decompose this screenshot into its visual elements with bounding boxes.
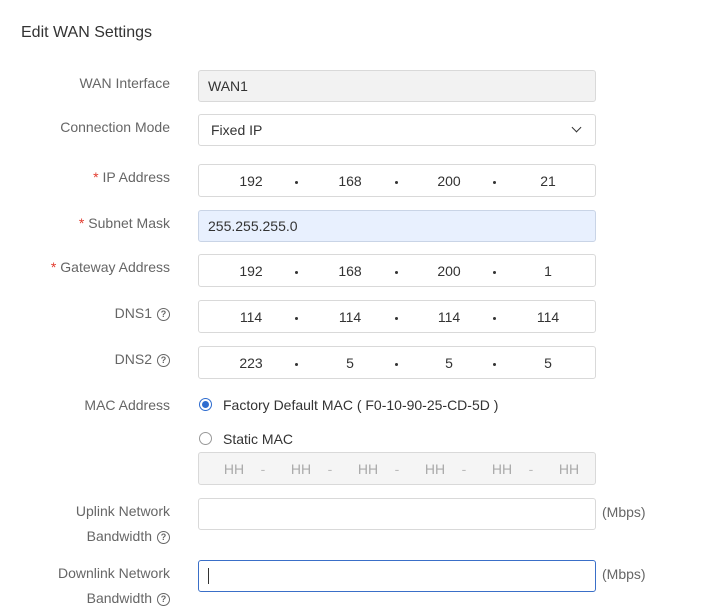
subnet-mask-input[interactable]: 255.255.255.0: [198, 210, 596, 242]
ip-separator: [493, 271, 496, 274]
ip-address-label-text: IP Address: [102, 169, 170, 185]
ip-octet[interactable]: 1: [518, 263, 578, 279]
gateway-address-label: * Gateway Address: [0, 258, 170, 276]
mac-option-static[interactable]: Static MAC: [199, 431, 293, 447]
static-mac-field: HH - HH - HH - HH - HH - HH: [198, 452, 596, 485]
uplink-unit: (Mbps): [602, 504, 646, 520]
mac-option-static-label: Static MAC: [223, 431, 294, 447]
gateway-address-label-text: Gateway Address: [60, 259, 170, 275]
ip-separator: [295, 317, 298, 320]
uplink-label-line2: Bandwidth?: [0, 527, 170, 545]
ip-octet[interactable]: 114: [320, 309, 380, 325]
mac-segment-placeholder: HH: [290, 461, 312, 477]
connection-mode-label: Connection Mode: [60, 119, 170, 135]
downlink-label-line1: Downlink Network: [57, 565, 170, 581]
ip-separator: [395, 271, 398, 274]
ip-address-field[interactable]: 192 168 200 21: [198, 164, 596, 197]
ip-octet[interactable]: 200: [419, 173, 479, 189]
dns2-field[interactable]: 223 5 5 5: [198, 346, 596, 379]
subnet-mask-label-text: Subnet Mask: [88, 215, 170, 231]
ip-octet[interactable]: 223: [221, 355, 281, 371]
mac-separator: -: [394, 461, 400, 477]
gateway-address-field[interactable]: 192 168 200 1: [198, 254, 596, 287]
downlink-label-text: Bandwidth: [86, 590, 152, 606]
uplink-label-line1: Uplink Network: [75, 503, 170, 519]
mac-option-default[interactable]: Factory Default MAC ( F0-10-90-25-CD-5D …: [199, 397, 498, 413]
ip-octet[interactable]: 200: [419, 263, 479, 279]
text-cursor: [208, 568, 209, 584]
ip-octet[interactable]: 114: [419, 309, 479, 325]
mac-segment-placeholder: HH: [424, 461, 446, 477]
downlink-bandwidth-input[interactable]: [198, 560, 596, 592]
help-icon[interactable]: ?: [157, 308, 170, 321]
required-marker: *: [78, 215, 85, 231]
dns1-label-text: DNS1: [114, 305, 152, 321]
dns2-label: DNS2?: [0, 350, 170, 368]
ip-octet[interactable]: 114: [518, 309, 578, 325]
connection-mode-value: Fixed IP: [211, 122, 263, 138]
ip-separator: [295, 181, 298, 184]
mac-separator: -: [461, 461, 467, 477]
mac-address-label: MAC Address: [84, 397, 170, 413]
ip-octet[interactable]: 114: [221, 309, 281, 325]
mac-segment-placeholder: HH: [491, 461, 513, 477]
wan-interface-value: WAN1: [208, 78, 248, 94]
ip-separator: [395, 181, 398, 184]
ip-separator: [395, 317, 398, 320]
ip-octet[interactable]: 168: [320, 173, 380, 189]
dns1-field[interactable]: 114 114 114 114: [198, 300, 596, 333]
downlink-label-line2: Bandwidth?: [0, 589, 170, 607]
ip-octet[interactable]: 192: [221, 263, 281, 279]
mac-segment-placeholder: HH: [357, 461, 379, 477]
required-marker: *: [50, 259, 57, 275]
help-icon[interactable]: ?: [157, 593, 170, 606]
mac-segment-placeholder: HH: [558, 461, 580, 477]
ip-separator: [295, 363, 298, 366]
dns1-label: DNS1?: [0, 304, 170, 322]
ip-octet[interactable]: 21: [518, 173, 578, 189]
ip-separator: [493, 363, 496, 366]
help-icon[interactable]: ?: [157, 531, 170, 544]
ip-separator: [395, 363, 398, 366]
radio-button-checked[interactable]: [199, 398, 212, 411]
ip-separator: [493, 181, 496, 184]
wan-interface-label: WAN Interface: [79, 75, 170, 91]
wan-interface-field: WAN1: [198, 70, 596, 102]
ip-octet[interactable]: 168: [320, 263, 380, 279]
mac-separator: -: [528, 461, 534, 477]
uplink-bandwidth-input[interactable]: [198, 498, 596, 530]
ip-separator: [493, 317, 496, 320]
page-title: Edit WAN Settings: [21, 24, 153, 41]
chevron-down-icon: [571, 122, 582, 133]
connection-mode-select[interactable]: Fixed IP: [198, 114, 596, 146]
dns2-label-text: DNS2: [114, 351, 152, 367]
uplink-label-text: Bandwidth: [86, 528, 152, 544]
subnet-mask-value: 255.255.255.0: [208, 218, 298, 234]
mac-option-default-label: Factory Default MAC ( F0-10-90-25-CD-5D …: [223, 397, 499, 413]
ip-separator: [295, 271, 298, 274]
mac-segment-placeholder: HH: [223, 461, 245, 477]
ip-octet[interactable]: 192: [221, 173, 281, 189]
radio-button[interactable]: [199, 432, 212, 445]
ip-octet[interactable]: 5: [320, 355, 380, 371]
downlink-unit: (Mbps): [602, 566, 646, 582]
ip-octet[interactable]: 5: [419, 355, 479, 371]
ip-address-label: * IP Address: [0, 168, 170, 186]
help-icon[interactable]: ?: [157, 354, 170, 367]
mac-separator: -: [327, 461, 333, 477]
required-marker: *: [93, 169, 99, 185]
subnet-mask-label: * Subnet Mask: [0, 214, 170, 232]
ip-octet[interactable]: 5: [518, 355, 578, 371]
mac-separator: -: [260, 461, 266, 477]
